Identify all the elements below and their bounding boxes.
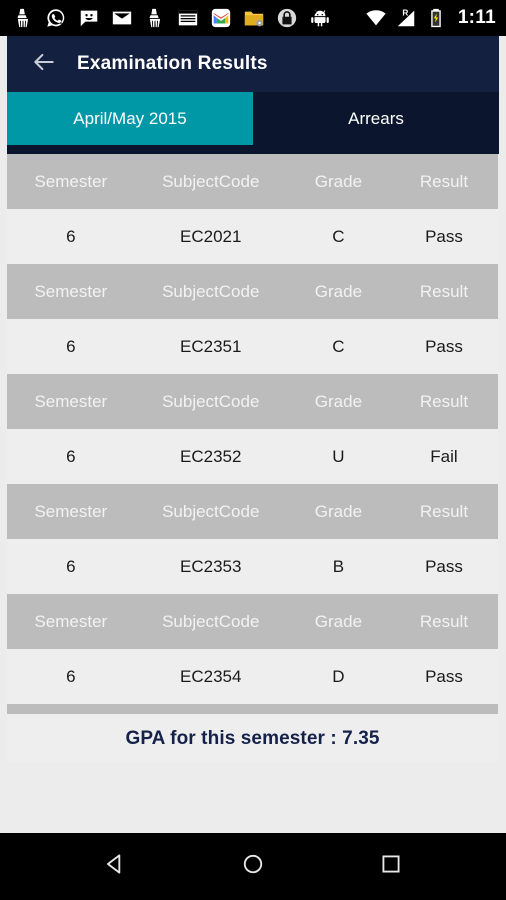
table-header-row-clipped: Semester xyxy=(7,704,498,714)
cell-result: Fail xyxy=(430,446,458,466)
status-bar-clock: 1:11 xyxy=(457,7,496,28)
cell-grade: U xyxy=(332,446,345,466)
result-item[interactable]: Semester SubjectCode Grade Result 6 EC23… xyxy=(7,594,498,704)
cell-subject-code: EC2353 xyxy=(180,556,242,576)
gmail-icon xyxy=(210,7,232,29)
table-row[interactable]: 6 EC2354 D Pass xyxy=(7,649,498,704)
content-filler xyxy=(0,797,506,833)
header-result: Result xyxy=(419,611,469,631)
gpa-summary: GPA for this semester : 7.35 xyxy=(7,714,498,762)
cell-result: Pass xyxy=(425,556,463,576)
cell-semester: 6 xyxy=(66,226,76,246)
app-toolbar: Examination Results xyxy=(7,36,499,92)
status-bar-notification-icons xyxy=(12,7,331,29)
cellular-signal-roaming-icon: R xyxy=(395,7,417,29)
table-row[interactable]: 6 EC2351 C Pass xyxy=(7,319,498,374)
tab-april-may-2015[interactable]: April/May 2015 xyxy=(7,92,253,154)
cell-grade: D xyxy=(332,666,345,686)
header-grade: Grade xyxy=(314,281,363,301)
header-grade: Grade xyxy=(314,611,363,631)
circle-icon xyxy=(240,851,266,882)
cell-subject-code: EC2351 xyxy=(180,336,242,356)
nav-recents-button[interactable] xyxy=(368,844,414,890)
cell-grade: B xyxy=(332,556,345,576)
status-bar-system-icons: R 1:11 xyxy=(365,7,496,29)
header-grade: Grade xyxy=(314,171,363,191)
result-item[interactable]: Semester SubjectCode Grade Result 6 EC23… xyxy=(7,374,498,484)
result-item[interactable]: Semester SubjectCode Grade Result 6 EC20… xyxy=(7,154,498,264)
cell-semester: 6 xyxy=(66,336,76,356)
table-row[interactable]: 6 EC2021 C Pass xyxy=(7,209,498,264)
cell-subject-code: EC2352 xyxy=(180,446,242,466)
tab-arrears[interactable]: Arrears xyxy=(253,92,499,145)
header-subject-code: SubjectCode xyxy=(162,281,260,301)
cell-semester: 6 xyxy=(66,446,76,466)
folder-icon xyxy=(243,7,265,29)
square-icon xyxy=(378,851,404,882)
table-header-row: Semester SubjectCode Grade Result xyxy=(7,594,498,649)
system-nav-bar xyxy=(0,833,506,900)
table-header-row: Semester SubjectCode Grade Result xyxy=(7,374,498,429)
news-icon xyxy=(177,7,199,29)
table-row[interactable]: 6 EC2352 U Fail xyxy=(7,429,498,484)
cell-subject-code: EC2021 xyxy=(180,226,242,246)
header-grade: Grade xyxy=(314,391,363,411)
wifi-icon xyxy=(365,7,387,29)
lock-icon xyxy=(276,7,298,29)
cell-semester: 6 xyxy=(66,666,76,686)
battery-charging-icon xyxy=(425,7,447,29)
header-subject-code: SubjectCode xyxy=(162,501,260,521)
page-title: Examination Results xyxy=(77,53,268,74)
nav-home-button[interactable] xyxy=(230,844,276,890)
tab-label: Arrears xyxy=(348,108,404,128)
table-header-row: Semester SubjectCode Grade Result xyxy=(7,264,498,319)
header-semester: Semester xyxy=(34,171,108,191)
cleaner-icon xyxy=(12,7,34,29)
cleaner-2-icon xyxy=(144,7,166,29)
results-list[interactable]: Semester SubjectCode Grade Result 6 EC20… xyxy=(0,154,506,798)
messaging-icon xyxy=(78,7,100,29)
toolbar-back-button[interactable] xyxy=(29,49,59,79)
status-bar: R 1:11 xyxy=(0,0,506,36)
cell-result: Pass xyxy=(425,336,463,356)
header-semester: Semester xyxy=(34,611,108,631)
cell-result: Pass xyxy=(425,226,463,246)
result-item[interactable]: Semester SubjectCode Grade Result 6 EC23… xyxy=(7,484,498,594)
header-subject-code: SubjectCode xyxy=(162,391,260,411)
cell-grade: C xyxy=(332,226,345,246)
table-row[interactable]: 6 EC2353 B Pass xyxy=(7,539,498,594)
svg-text:R: R xyxy=(402,8,408,17)
arrow-left-icon xyxy=(31,49,57,80)
header-semester: Semester xyxy=(34,281,108,301)
tab-label: April/May 2015 xyxy=(73,108,187,128)
tab-bar: April/May 2015 Arrears xyxy=(7,92,499,154)
whatsapp-icon xyxy=(45,7,67,29)
header-result: Result xyxy=(419,281,469,301)
header-grade: Grade xyxy=(314,501,363,521)
cell-grade: C xyxy=(332,336,345,356)
header-result: Result xyxy=(419,501,469,521)
header-result: Result xyxy=(419,171,469,191)
header-result: Result xyxy=(419,391,469,411)
tab-bar-underline xyxy=(7,145,499,154)
cell-subject-code: EC2354 xyxy=(180,666,242,686)
cell-result: Pass xyxy=(425,666,463,686)
header-subject-code: SubjectCode xyxy=(162,171,260,191)
email-icon xyxy=(111,7,133,29)
result-item[interactable]: Semester SubjectCode Grade Result 6 EC23… xyxy=(7,264,498,374)
cell-semester: 6 xyxy=(66,556,76,576)
header-semester: Semester xyxy=(34,501,108,521)
nav-back-button[interactable] xyxy=(92,844,138,890)
header-subject-code: SubjectCode xyxy=(162,611,260,631)
table-header-row: Semester SubjectCode Grade Result xyxy=(7,154,498,209)
app-root: R 1:11 Examination Results April/May 201… xyxy=(0,0,506,900)
android-icon xyxy=(309,7,331,29)
header-semester: Semester xyxy=(34,391,108,411)
triangle-left-icon xyxy=(102,851,128,882)
table-header-row: Semester SubjectCode Grade Result xyxy=(7,484,498,539)
